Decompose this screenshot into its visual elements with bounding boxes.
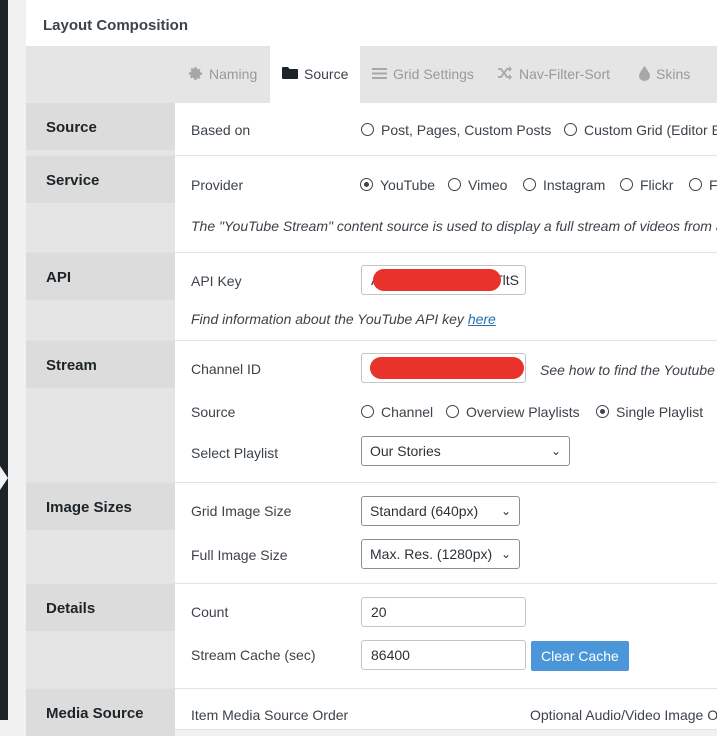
row-label-stream: Stream — [46, 357, 97, 374]
api-help-text: Find information about the YouTube API k… — [191, 311, 496, 327]
row-image-sizes: Image Sizes Grid Image Size Standard (64… — [26, 483, 717, 584]
radio-instagram[interactable]: Instagram — [523, 177, 605, 193]
row-label-media-source: Media Source — [46, 705, 144, 722]
admin-sidebar-edge — [0, 0, 8, 720]
panel-title: Layout Composition — [43, 17, 188, 34]
grid-image-size-select[interactable]: Standard (640px) ⌄ — [361, 496, 520, 526]
channel-id-help: See how to find the Youtube c — [540, 362, 717, 378]
tab-label: Naming — [209, 66, 258, 82]
row-media-source: Media Source Item Media Source Order Opt… — [26, 689, 717, 736]
select-playlist-label: Select Playlist — [191, 445, 279, 461]
tab-skins[interactable]: Skins — [639, 46, 690, 103]
tab-nav-filter-sort[interactable]: Nav-Filter-Sort — [497, 46, 610, 103]
full-image-size-label: Full Image Size — [191, 547, 288, 563]
stream-cache-label: Stream Cache (sec) — [191, 647, 316, 663]
row-service: Service Provider YouTube Vimeo Instagram… — [26, 156, 717, 253]
playlist-select[interactable]: Our Stories ⌄ — [361, 436, 570, 466]
layout-composition-panel: Layout Composition Naming Source Grid Se… — [26, 0, 717, 736]
tab-source[interactable]: Source — [270, 46, 360, 103]
radio-facebook[interactable]: Fa — [689, 177, 717, 193]
gear-icon — [188, 66, 203, 80]
chevron-down-icon: ⌄ — [500, 547, 511, 561]
redaction-mark — [373, 269, 501, 291]
row-source: Source Based on Post, Pages, Custom Post… — [26, 103, 717, 156]
channel-id-label: Channel ID — [191, 361, 262, 377]
sidebar-collapse-arrow[interactable] — [0, 466, 8, 490]
redaction-mark — [370, 357, 524, 379]
chevron-down-icon: ⌄ — [500, 504, 511, 518]
row-details: Details Count 20 Stream Cache (sec) 8640… — [26, 584, 717, 689]
api-key-label: API Key — [191, 273, 242, 289]
row-label-api: API — [46, 269, 72, 286]
shuffle-icon — [498, 66, 512, 81]
radio-vimeo[interactable]: Vimeo — [448, 177, 507, 193]
row-label-source: Source — [46, 119, 97, 136]
tab-label: Skins — [656, 66, 691, 82]
row-api: API API Key A TltS Find information abou… — [26, 253, 717, 341]
based-on-label: Based on — [191, 122, 251, 138]
radio-overview-playlists[interactable]: Overview Playlists — [446, 404, 580, 420]
tab-label: Nav-Filter-Sort — [519, 66, 611, 82]
radio-channel[interactable]: Channel — [361, 404, 433, 420]
chevron-down-icon: ⌄ — [550, 444, 561, 458]
grid-image-size-label: Grid Image Size — [191, 503, 292, 519]
count-label: Count — [191, 604, 229, 620]
tab-label: Grid Settings — [393, 66, 474, 82]
row-label-details: Details — [46, 600, 96, 617]
radio-youtube[interactable]: YouTube — [360, 177, 435, 193]
radio-post-pages[interactable]: Post, Pages, Custom Posts — [361, 122, 551, 138]
optional-media-order-label: Optional Audio/Video Image Or — [530, 707, 717, 723]
api-help-link[interactable]: here — [468, 311, 496, 327]
radio-custom-grid[interactable]: Custom Grid (Editor B — [564, 122, 717, 138]
stream-cache-input[interactable]: 86400 — [361, 640, 526, 670]
row-label-service: Service — [46, 172, 100, 189]
provider-label: Provider — [191, 177, 244, 193]
media-source-order-label: Item Media Source Order — [191, 707, 349, 723]
tab-label: Source — [304, 66, 349, 82]
full-image-size-select[interactable]: Max. Res. (1280px) ⌄ — [361, 539, 520, 569]
radio-single-playlist[interactable]: Single Playlist — [596, 404, 703, 420]
service-description: The "YouTube Stream" content source is u… — [191, 218, 717, 234]
row-stream: Stream Channel ID U See how to find the … — [26, 341, 717, 483]
radio-flickr[interactable]: Flickr — [620, 177, 673, 193]
folder-icon — [282, 67, 298, 80]
clear-cache-button[interactable]: Clear Cache — [531, 641, 629, 671]
tab-grid-settings[interactable]: Grid Settings — [372, 46, 474, 103]
droplet-icon — [639, 65, 650, 81]
count-input[interactable]: 20 — [361, 597, 526, 627]
tab-bar: Naming Source Grid Settings Nav-Filter-S… — [26, 46, 717, 103]
tab-naming[interactable]: Naming — [188, 46, 257, 103]
menu-lines-icon — [372, 67, 387, 79]
row-label-image-sizes: Image Sizes — [46, 499, 132, 516]
stream-source-label: Source — [191, 404, 236, 420]
